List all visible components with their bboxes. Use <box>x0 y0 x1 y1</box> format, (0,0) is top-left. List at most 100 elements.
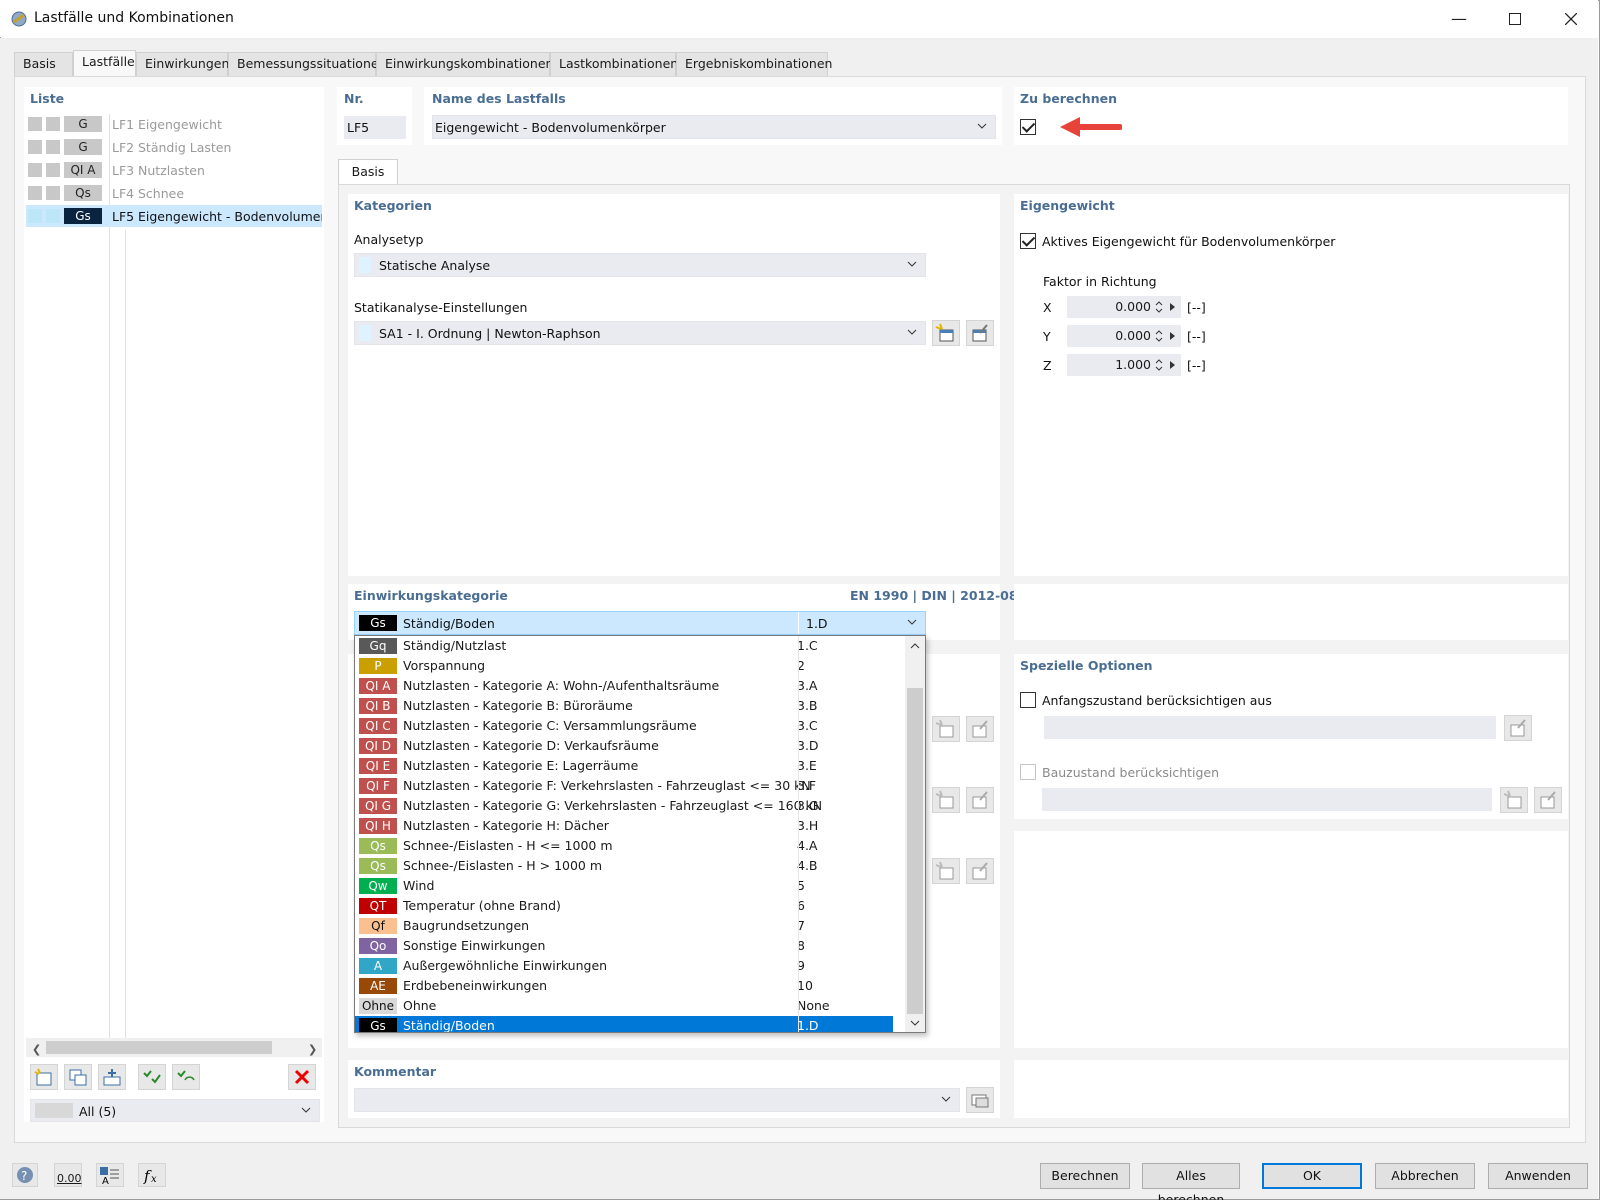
list-item[interactable]: Qs LF4 Schnee <box>26 182 322 204</box>
dropdown-option[interactable]: Qf Baugrundsetzungen 7 <box>355 916 893 936</box>
tab-ergebniskombinationen[interactable]: Ergebniskombinationen <box>676 52 832 76</box>
dropdown-option[interactable]: QI A Nutzlasten - Kategorie A: Wohn-/Aufe… <box>355 676 893 696</box>
maximize-button[interactable] <box>1492 6 1538 32</box>
copy-loadcase-button[interactable] <box>64 1064 92 1090</box>
alles-berechnen-button[interactable]: Alles berechnen <box>1142 1163 1240 1200</box>
new-loadcase-button[interactable] <box>30 1064 58 1090</box>
edit-settings-button[interactable] <box>966 320 994 346</box>
ok-button[interactable]: OK <box>1262 1163 1362 1189</box>
play-arrow-icon[interactable] <box>1169 331 1176 341</box>
formula-button[interactable]: fx <box>138 1163 166 1187</box>
initial-state-edit-button[interactable] <box>1504 715 1532 741</box>
settings-select[interactable]: SA1 - I. Ordnung | Newton-Raphson <box>354 321 926 345</box>
factor-input[interactable]: 0.000 <box>1067 325 1181 347</box>
new-settings-button[interactable] <box>932 320 960 346</box>
subtab-basis[interactable]: Basis <box>338 159 398 185</box>
check-all-button[interactable] <box>138 1064 166 1090</box>
dropdown-option[interactable]: Qo Sonstige Einwirkungen 8 <box>355 936 893 956</box>
dropdown-option[interactable]: QI B Nutzlasten - Kategorie B: Büroräume 3… <box>355 696 893 716</box>
color-swatch <box>46 140 60 154</box>
kommentar-button[interactable] <box>966 1087 994 1113</box>
play-arrow-icon[interactable] <box>1169 360 1176 370</box>
renumber-button[interactable] <box>98 1064 126 1090</box>
list-title: Liste <box>30 91 65 106</box>
delete-button[interactable] <box>288 1064 316 1090</box>
nr-field[interactable]: LF5 <box>344 116 406 139</box>
einwirkung-select[interactable]: Gs Ständig/Boden 1.D <box>354 611 926 635</box>
factor-input[interactable]: 1.000 <box>1067 354 1181 376</box>
tab-einwirkungskombinationen[interactable]: Einwirkungskombinationen <box>376 52 553 76</box>
dropdown-option[interactable]: Ohne Ohne None <box>355 996 893 1016</box>
units-button[interactable]: 0.00 <box>54 1163 82 1187</box>
factor-input[interactable]: 0.000 <box>1067 296 1181 318</box>
berechnen-button[interactable]: Berechnen <box>1040 1163 1130 1189</box>
construction-edit-button[interactable] <box>1534 787 1562 813</box>
dropdown-option[interactable]: QI G Nutzlasten - Kategorie G: Verkehrsla… <box>355 796 893 816</box>
display-button[interactable]: A <box>96 1163 124 1187</box>
dropdown-option[interactable]: QT Temperatur (ohne Brand) 6 <box>355 896 893 916</box>
dropdown-option[interactable]: P Vorspannung 2 <box>355 656 893 676</box>
dropdown-option[interactable]: QI F Nutzlasten - Kategorie F: Verkehrsla… <box>355 776 893 796</box>
display-icon: A <box>100 1167 119 1187</box>
dropdown-option[interactable]: Qs Schnee-/Eislasten - H <= 1000 m 4.A <box>355 836 893 856</box>
list-item[interactable]: G LF2 Ständig Lasten <box>26 136 322 158</box>
dropdown-option[interactable]: Gq Ständig/Nutzlast 1.C <box>355 636 893 656</box>
scroll-right-icon[interactable]: ❯ <box>308 1043 317 1056</box>
minimize-button[interactable]: — <box>1436 6 1482 32</box>
scroll-down-icon[interactable] <box>910 1018 920 1028</box>
construction-new-button[interactable] <box>1500 787 1528 813</box>
new-item-button[interactable] <box>932 787 960 813</box>
active-selfweight-checkbox[interactable] <box>1020 233 1036 249</box>
dropdown-option[interactable]: A Außergewöhnliche Einwirkungen 9 <box>355 956 893 976</box>
new-item-button[interactable] <box>932 716 960 742</box>
analysetyp-select[interactable]: Statische Analyse <box>354 253 926 277</box>
list-hscrollbar[interactable]: ❮ ❯ <box>26 1038 322 1057</box>
close-button[interactable] <box>1548 6 1594 32</box>
initial-state-checkbox[interactable] <box>1020 692 1036 708</box>
spinner-icon[interactable] <box>1155 329 1163 343</box>
new-item-button[interactable] <box>932 858 960 884</box>
list-filter-select[interactable]: All (5) <box>30 1099 320 1122</box>
abbrechen-button[interactable]: Abbrechen <box>1375 1163 1475 1189</box>
dropdown-option[interactable]: QI E Nutzlasten - Kategorie E: Lagerräume… <box>355 756 893 776</box>
spinner-icon[interactable] <box>1155 358 1163 372</box>
dropdown-option[interactable]: Qs Schnee-/Eislasten - H > 1000 m 4.B <box>355 856 893 876</box>
dropdown-option[interactable]: Gs Ständig/Boden 1.D <box>355 1016 893 1032</box>
edit-item-button[interactable] <box>966 858 994 884</box>
tab-lastkombinationen[interactable]: Lastkombinationen <box>550 52 678 76</box>
kategorien-panel <box>348 194 1000 576</box>
loadcase-id: LF4 <box>112 186 135 201</box>
scroll-thumb[interactable] <box>46 1041 272 1054</box>
play-arrow-icon[interactable] <box>1169 302 1176 312</box>
scroll-left-icon[interactable]: ❮ <box>32 1043 41 1056</box>
dropdown-option[interactable]: AE Erdbebeneinwirkungen 10 <box>355 976 893 996</box>
initial-state-field[interactable] <box>1044 716 1496 739</box>
help-button[interactable]: ? <box>12 1163 38 1187</box>
dropdown-option[interactable]: QI C Nutzlasten - Kategorie C: Versammlun… <box>355 716 893 736</box>
list-item[interactable]: QI A LF3 Nutzlasten <box>26 159 322 181</box>
edit-item-button[interactable] <box>966 787 994 813</box>
spinner-icon[interactable] <box>1155 300 1163 314</box>
dropdown-option[interactable]: QI H Nutzlasten - Kategorie H: Dächer 3.H <box>355 816 893 836</box>
dropdown-scrollbar[interactable] <box>905 636 925 1032</box>
tab-basis[interactable]: Basis <box>14 52 73 76</box>
scroll-thumb[interactable] <box>907 688 923 1014</box>
list-item[interactable]: G LF1 Eigengewicht <box>26 113 322 135</box>
tab-lastfaelle[interactable]: Lastfälle <box>73 50 136 77</box>
scroll-up-icon[interactable] <box>910 641 920 651</box>
tab-einwirkungen[interactable]: Einwirkungen <box>136 52 229 76</box>
construction-stage-field[interactable] <box>1042 788 1492 811</box>
kommentar-select[interactable] <box>354 1088 960 1112</box>
dropdown-option[interactable]: Qw Wind 5 <box>355 876 893 896</box>
calc-checkbox[interactable] <box>1020 119 1036 135</box>
tab-bemessungssituationen[interactable]: Bemessungssituationen <box>228 52 386 76</box>
category-chip: Qs <box>359 838 397 854</box>
anwenden-button[interactable]: Anwenden <box>1488 1163 1588 1189</box>
dropdown-option[interactable]: QI D Nutzlasten - Kategorie D: Verkaufsrä… <box>355 736 893 756</box>
construction-stage-checkbox[interactable] <box>1020 764 1036 780</box>
edit-item-button[interactable] <box>966 716 994 742</box>
toggle-check-button[interactable] <box>172 1064 200 1090</box>
loadcase-name-select[interactable]: Eigengewicht - Bodenvolumenkörper <box>432 115 996 139</box>
list-item[interactable]: Gs LF5Eigengewicht - Bodenvolumenkö <box>26 205 322 227</box>
category-chip: QI E <box>359 758 397 774</box>
